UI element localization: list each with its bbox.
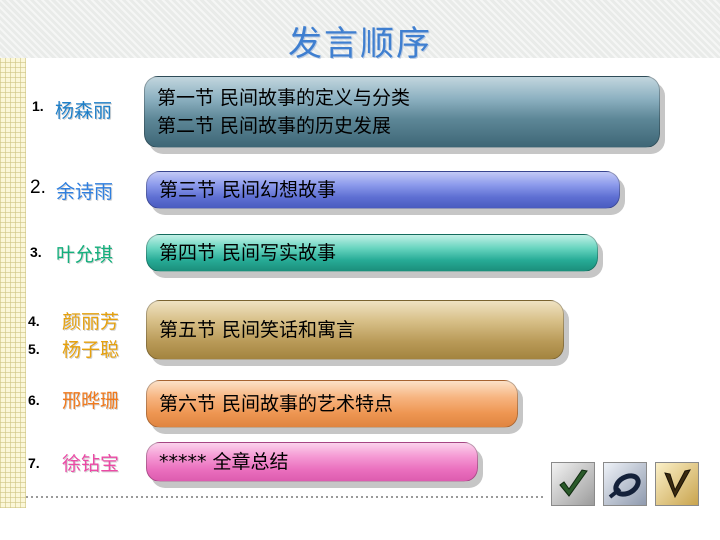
section-label: 第六节 民间故事的艺术特点	[159, 393, 394, 415]
loop-mark-icon	[603, 462, 647, 506]
order-number: 3.	[30, 244, 42, 260]
order-number: 1.	[32, 98, 44, 114]
slide-title: 发言顺序	[288, 24, 432, 64]
section-label: 第三节 民间幻想故事	[159, 179, 337, 201]
speaker-name: 余诗雨	[56, 181, 114, 203]
left-decor-band	[0, 58, 26, 508]
section-bar-1: 第一节 民间故事的定义与分类 第二节 民间故事的历史发展	[144, 76, 660, 148]
speaker-name: 徐钻宝	[62, 453, 120, 475]
check-mark-icon	[551, 462, 595, 506]
order-number: 2.	[30, 177, 46, 198]
section-label: 第一节 民间故事的定义与分类	[157, 87, 411, 109]
order-number: 6.	[28, 392, 40, 408]
section-label: ***** 全章总结	[159, 451, 289, 473]
section-label: 第二节 民间故事的历史发展	[157, 115, 392, 137]
section-bar-4: 第五节 民间笑话和寓言	[146, 300, 564, 360]
order-number: 4.	[28, 313, 40, 329]
section-label: 第五节 民间笑话和寓言	[159, 319, 356, 341]
order-number: 7.	[28, 455, 40, 471]
section-bar-2: 第三节 民间幻想故事	[146, 171, 620, 209]
dotted-divider	[26, 496, 546, 498]
speaker-name: 杨森丽	[55, 100, 113, 122]
section-bar-6: ***** 全章总结	[146, 442, 478, 482]
speaker-name: 邢晔珊	[62, 390, 120, 412]
section-bar-3: 第四节 民间写实故事	[146, 234, 598, 272]
speaker-name: 颜丽芳	[62, 311, 120, 333]
section-bar-5: 第六节 民间故事的艺术特点	[146, 380, 518, 428]
order-number: 5.	[28, 341, 40, 357]
speaker-name: 叶允琪	[56, 244, 114, 266]
v-mark-icon	[655, 462, 699, 506]
section-label: 第四节 民间写实故事	[159, 242, 337, 264]
speaker-name: 杨子聪	[62, 339, 120, 361]
